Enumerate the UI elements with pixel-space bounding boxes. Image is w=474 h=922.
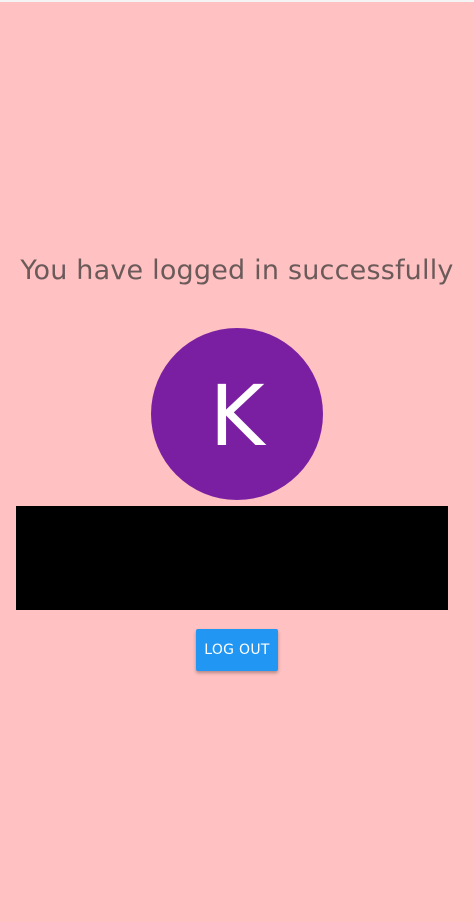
user-avatar: K [151,328,323,500]
avatar-initial: K [209,367,265,465]
redacted-content [16,506,448,610]
success-message: You have logged in successfully [20,255,454,286]
logout-button[interactable]: LOG OUT [196,629,278,671]
login-success-screen: You have logged in successfully K LOG OU… [0,0,474,922]
status-bar-edge [0,0,474,2]
